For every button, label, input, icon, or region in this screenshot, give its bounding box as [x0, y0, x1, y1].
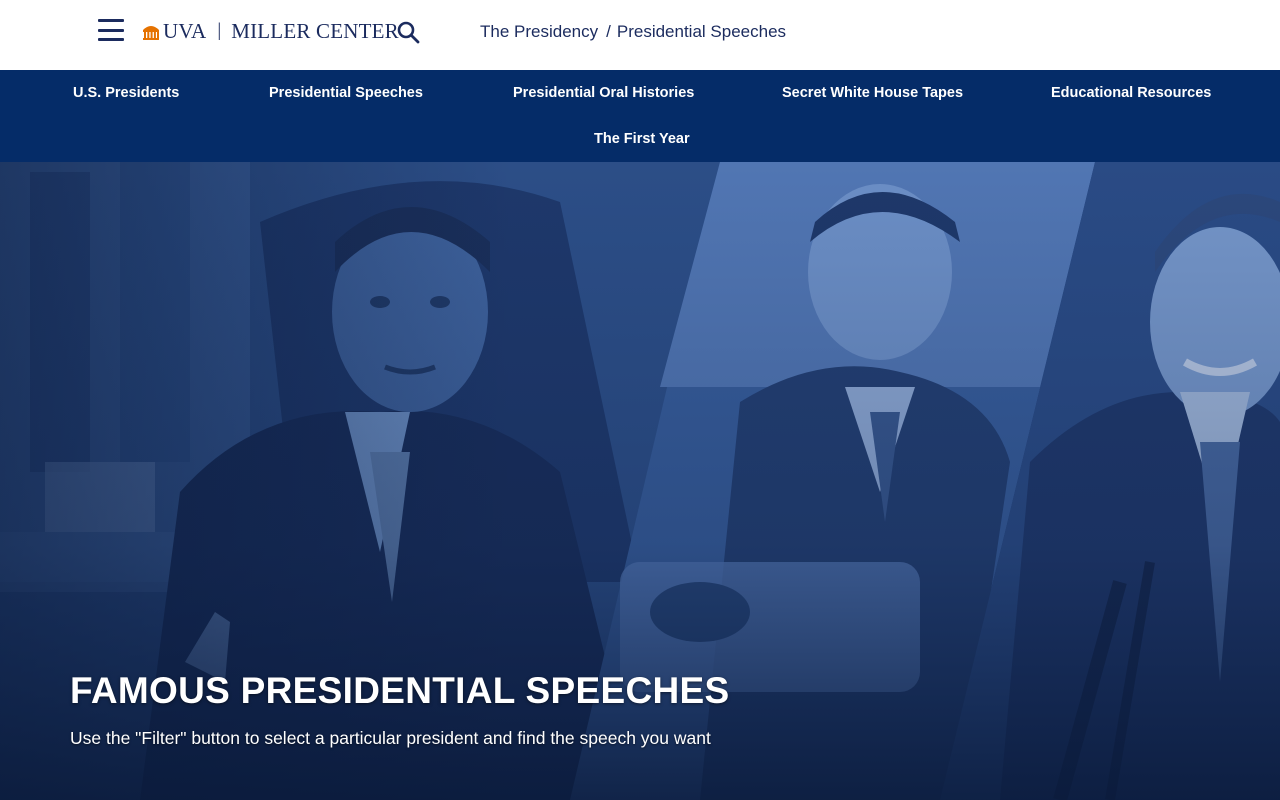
breadcrumb-current-link[interactable]: Presidential Speeches: [617, 22, 786, 42]
breadcrumb-separator: /: [606, 22, 611, 41]
main-nav: U.S. Presidents Presidential Speeches Pr…: [0, 70, 1280, 162]
nav-item-us-presidents[interactable]: U.S. Presidents: [73, 85, 179, 101]
nav-item-educational-resources[interactable]: Educational Resources: [1051, 85, 1211, 101]
breadcrumb: The Presidency / Presidential Speeches: [480, 21, 786, 43]
logo-miller-center-text: MILLER CENTER: [231, 18, 399, 43]
site-logo[interactable]: UVA | MILLER CENTER: [142, 18, 399, 44]
nav-item-presidential-oral-histories[interactable]: Presidential Oral Histories: [513, 85, 694, 101]
hero-title: FAMOUS PRESIDENTIAL SPEECHES: [70, 670, 730, 711]
search-icon[interactable]: [396, 20, 420, 44]
logo-uva-text: UVA: [163, 18, 207, 43]
hamburger-menu-icon[interactable]: [98, 19, 124, 41]
logo-divider: |: [217, 20, 222, 41]
nav-item-presidential-speeches[interactable]: Presidential Speeches: [269, 85, 423, 101]
nav-item-secret-white-house-tapes[interactable]: Secret White House Tapes: [782, 85, 963, 101]
nav-item-the-first-year[interactable]: The First Year: [594, 131, 690, 147]
hero-subtitle: Use the "Filter" button to select a part…: [70, 728, 711, 748]
breadcrumb-parent-link[interactable]: The Presidency: [480, 22, 598, 42]
site-header: UVA | MILLER CENTER The Presidency / Pre…: [0, 0, 1280, 70]
uva-rotunda-icon: [143, 26, 159, 40]
